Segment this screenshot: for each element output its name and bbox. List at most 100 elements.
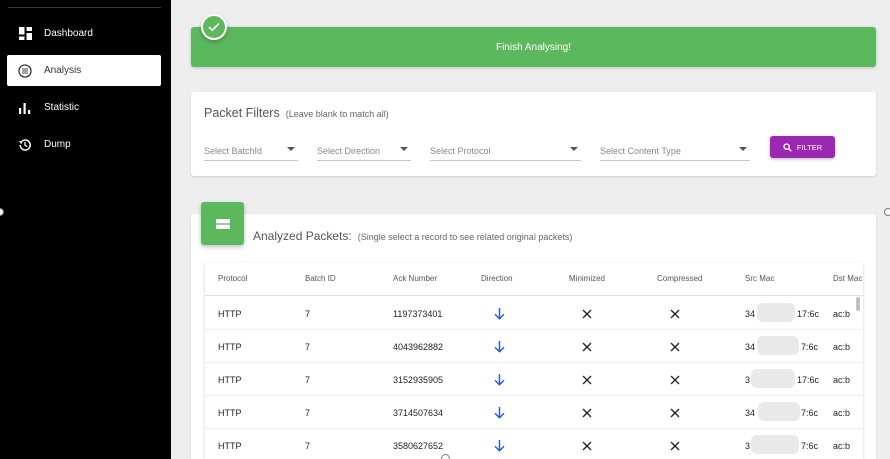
- resize-handle-bottom[interactable]: [441, 454, 450, 459]
- cell-batch-id: 7: [305, 408, 311, 418]
- history-icon: [17, 137, 33, 153]
- direction-select-placeholder: Select Direction: [317, 146, 381, 156]
- cell-protocol: HTTP: [218, 408, 242, 418]
- column-header-src-mac[interactable]: Src Mac: [745, 274, 774, 283]
- table-row[interactable]: HTTP 7 4043962882 34 7:6c ac:b: [205, 330, 863, 363]
- sidebar-item-label: Statistic: [44, 102, 80, 113]
- cell-src-mac-suffix: 7:6c: [801, 441, 819, 451]
- resize-handle-right[interactable]: [884, 208, 890, 216]
- cell-protocol: HTTP: [218, 342, 242, 352]
- column-header-dst-mac[interactable]: Dst Mac: [833, 274, 862, 283]
- sidebar-item-label: Dashboard: [44, 28, 93, 39]
- close-icon: [670, 408, 680, 418]
- arrow-down-icon: [494, 407, 505, 419]
- close-icon: [582, 441, 592, 451]
- filters-title: Packet Filters (Leave blank to match all): [204, 106, 389, 120]
- banner-message: Finish Analysing!: [495, 41, 572, 53]
- close-icon: [670, 375, 680, 385]
- arrow-down-icon: [494, 374, 505, 386]
- cell-ack-number: 3152935905: [393, 375, 444, 385]
- cell-dst-mac: ac:b: [833, 375, 851, 385]
- cell-src-mac-suffix: 7:6c: [801, 408, 819, 418]
- chevron-down-icon: [400, 147, 408, 151]
- redacted-mask: [758, 402, 800, 421]
- sidebar-item-analysis[interactable]: Analysis: [7, 55, 161, 86]
- chevron-down-icon: [739, 147, 747, 151]
- arrow-down-icon: [494, 341, 505, 353]
- cell-src-mac-prefix: 3: [745, 441, 751, 451]
- batch-select-placeholder: Select BatchId: [204, 146, 263, 156]
- content-type-select[interactable]: Select Content Type: [600, 141, 750, 161]
- redacted-mask: [757, 303, 795, 322]
- filter-button-label: FILTER: [796, 142, 823, 152]
- cell-ack-number: 3580627652: [393, 441, 444, 451]
- batch-select[interactable]: Select BatchId: [204, 141, 298, 161]
- table-header: Protocol Batch ID Ack Number Direction M…: [205, 263, 863, 296]
- column-header-minimized[interactable]: Minimized: [569, 274, 605, 283]
- cell-batch-id: 7: [305, 309, 311, 319]
- content-type-select-placeholder: Select Content Type: [600, 146, 681, 156]
- protocol-select[interactable]: Select Protocol: [430, 141, 581, 161]
- cell-src-mac-prefix: 34: [745, 342, 756, 352]
- cell-src-mac-prefix: 3: [745, 375, 751, 385]
- table-row[interactable]: HTTP 7 3580627652 3 7:6c ac:b: [205, 429, 863, 459]
- cell-protocol: HTTP: [218, 309, 242, 319]
- direction-select[interactable]: Select Direction: [317, 141, 411, 161]
- table-row[interactable]: HTTP 7 1197373401 34 17:6c ac:b: [205, 297, 863, 330]
- filter-button[interactable]: FILTER: [770, 136, 835, 158]
- sidebar-item-dump[interactable]: Dump: [7, 129, 161, 160]
- cell-batch-id: 7: [305, 375, 311, 385]
- analysis-icon: [17, 63, 33, 79]
- column-header-ack-number[interactable]: Ack Number: [393, 274, 437, 283]
- redacted-mask: [751, 369, 795, 388]
- sidebar-divider: [8, 7, 161, 8]
- close-icon: [582, 342, 592, 352]
- success-banner: Finish Analysing!: [191, 27, 876, 67]
- bar-chart-icon: [17, 100, 33, 116]
- cell-dst-mac: ac:b: [833, 441, 851, 451]
- sidebar-item-label: Analysis: [44, 65, 82, 76]
- cell-dst-mac: ac:b: [833, 408, 851, 418]
- table-scrollbar[interactable]: [856, 297, 860, 311]
- column-header-batch-id[interactable]: Batch ID: [305, 274, 336, 283]
- column-header-compressed[interactable]: Compressed: [657, 274, 702, 283]
- packets-subtitle: (Single select a record to see related o…: [357, 232, 573, 242]
- cell-ack-number: 3714507634: [393, 408, 444, 418]
- cell-protocol: HTTP: [218, 375, 242, 385]
- filters-subtitle: (Leave blank to match all): [285, 109, 389, 119]
- cell-dst-mac: ac:b: [833, 342, 851, 352]
- close-icon: [582, 375, 592, 385]
- cell-batch-id: 7: [305, 441, 311, 451]
- search-icon: [783, 142, 792, 152]
- table-row[interactable]: HTTP 7 3152935905 3 17:6c ac:b: [205, 363, 863, 396]
- close-icon: [582, 309, 592, 319]
- chevron-down-icon: [570, 147, 578, 151]
- packets-table[interactable]: Protocol Batch ID Ack Number Direction M…: [205, 263, 863, 459]
- dashboard-icon: [17, 26, 33, 42]
- close-icon: [670, 342, 680, 352]
- cell-src-mac-prefix: 34: [745, 408, 756, 418]
- column-header-direction[interactable]: Direction: [481, 274, 513, 283]
- sidebar-item-dashboard[interactable]: Dashboard: [7, 18, 161, 49]
- packet-filters-card: Packet Filters (Leave blank to match all)…: [191, 92, 876, 176]
- sidebar-item-statistic[interactable]: Statistic: [7, 92, 161, 123]
- packets-title-text: Analyzed Packets:: [253, 229, 352, 243]
- cell-src-mac-suffix: 17:6c: [797, 375, 820, 385]
- cell-src-mac-suffix: 17:6c: [797, 309, 820, 319]
- sidebar-item-label: Dump: [44, 139, 71, 150]
- close-icon: [670, 441, 680, 451]
- cell-ack-number: 4043962882: [393, 342, 444, 352]
- close-icon: [582, 408, 592, 418]
- cell-batch-id: 7: [305, 342, 311, 352]
- column-header-protocol[interactable]: Protocol: [218, 274, 247, 283]
- sidebar: Dashboard Analysis Statistic Dump: [0, 0, 171, 459]
- close-icon: [670, 309, 680, 319]
- table-row[interactable]: HTTP 7 3714507634 34 7:6c ac:b: [205, 396, 863, 429]
- cell-src-mac-suffix: 7:6c: [801, 342, 819, 352]
- redacted-mask: [757, 336, 799, 355]
- cell-protocol: HTTP: [218, 441, 242, 451]
- filters-title-text: Packet Filters: [204, 106, 280, 120]
- arrow-down-icon: [494, 440, 505, 452]
- protocol-select-placeholder: Select Protocol: [430, 146, 491, 156]
- arrow-down-icon: [494, 308, 505, 320]
